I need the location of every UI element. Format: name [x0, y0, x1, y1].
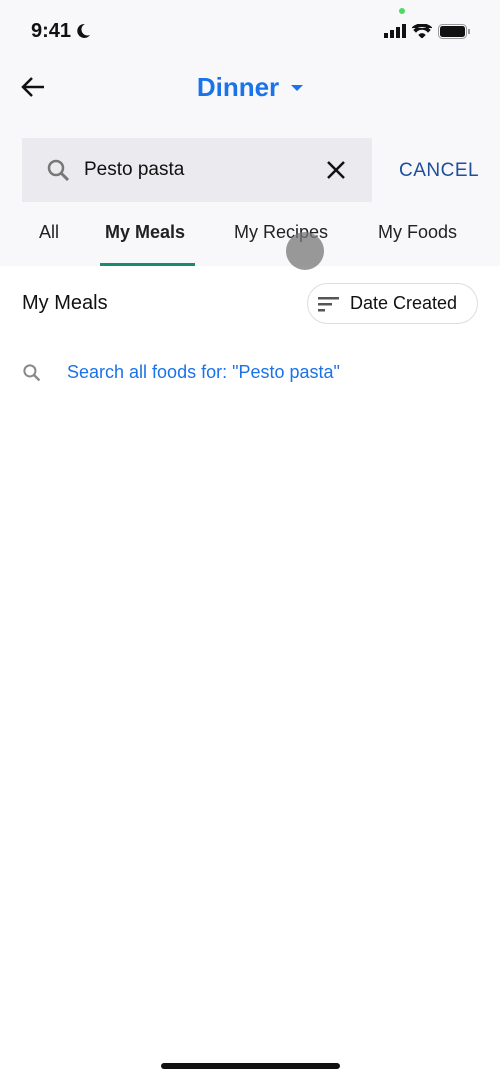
search-icon — [47, 159, 70, 182]
clear-icon[interactable] — [326, 160, 346, 180]
touch-indicator — [286, 232, 324, 270]
section-title: My Meals — [22, 292, 108, 314]
meal-selector[interactable]: Dinner — [0, 72, 500, 103]
tab-bar: All My Meals My Recipes My Foods — [0, 222, 500, 266]
search-icon — [23, 364, 41, 382]
sort-label: Date Created — [350, 293, 458, 313]
privacy-indicator — [399, 8, 405, 14]
page-title: Dinner — [196, 72, 280, 102]
tab-my-meals[interactable]: My Meals — [105, 222, 185, 243]
sort-icon — [318, 296, 339, 311]
battery-icon — [438, 23, 470, 39]
search-all-foods-label: Search all foods for: "Pesto pasta" — [67, 362, 340, 382]
moon-icon — [77, 23, 91, 38]
tab-all[interactable]: All — [39, 222, 59, 243]
home-indicator[interactable] — [161, 1063, 340, 1069]
sort-button[interactable]: Date Created — [307, 283, 478, 324]
tab-my-foods[interactable]: My Foods — [378, 222, 457, 243]
wifi-icon — [412, 24, 432, 38]
search-all-foods-link[interactable]: Search all foods for: "Pesto pasta" — [22, 362, 340, 383]
active-tab-indicator — [100, 263, 195, 266]
caret-down-icon — [291, 84, 304, 91]
status-bar: 9:41 — [31, 18, 470, 44]
search-input[interactable]: Pesto pasta — [84, 159, 326, 181]
cancel-button[interactable]: CANCEL — [399, 160, 479, 182]
search-field[interactable]: Pesto pasta — [22, 138, 372, 202]
clock: 9:41 — [31, 19, 72, 42]
signal-icon — [384, 24, 406, 38]
